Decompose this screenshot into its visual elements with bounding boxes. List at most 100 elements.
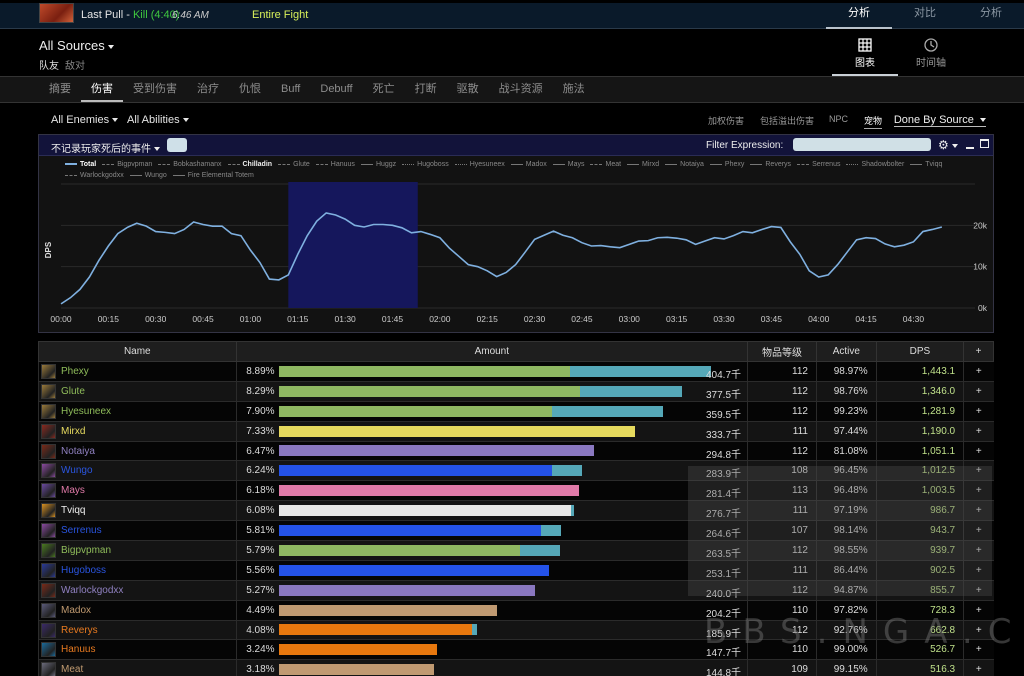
col-active[interactable]: Active bbox=[815, 341, 877, 362]
player-name-cell[interactable]: Phexy bbox=[38, 361, 237, 382]
player-name-cell[interactable]: Hugoboss bbox=[38, 560, 237, 581]
player-name[interactable]: Hanuus bbox=[61, 645, 95, 656]
expand-row-button[interactable]: + bbox=[963, 659, 994, 676]
player-name[interactable]: Reverys bbox=[61, 625, 98, 636]
expand-row-button[interactable]: + bbox=[963, 381, 994, 402]
tab-analyze-2[interactable]: 分析 bbox=[958, 3, 1024, 29]
table-row[interactable]: Glute 8.29% 377.5千 112 98.76% 1,346.0 + bbox=[38, 381, 994, 402]
player-name[interactable]: Tviqq bbox=[61, 505, 85, 516]
expand-row-button[interactable]: + bbox=[963, 460, 994, 482]
nav-tab[interactable]: 战斗资源 bbox=[489, 77, 553, 102]
table-row[interactable]: Wungo 6.24% 283.9千 108 96.45% 1,012.5 + bbox=[38, 460, 994, 482]
player-name[interactable]: Notaiya bbox=[61, 446, 95, 457]
player-name-cell[interactable]: Serrenus bbox=[38, 520, 237, 542]
expand-row-button[interactable]: + bbox=[963, 421, 994, 442]
option-include-overkill[interactable]: 包括溢出伤害 bbox=[760, 114, 814, 127]
nav-tab[interactable]: 摘要 bbox=[39, 77, 81, 102]
table-row[interactable]: Warlockgodxx 5.27% 240.0千 112 94.87% 855.7 + bbox=[38, 580, 994, 601]
dps-line-chart[interactable]: 00:00 00:15 00:30 00:45 01:00 01:15 01:30 01:45… bbox=[39, 135, 995, 334]
done-by-dropdown[interactable]: Done By Source bbox=[893, 114, 986, 127]
player-name-cell[interactable]: Glute bbox=[38, 381, 237, 402]
tab-compare[interactable]: 对比 bbox=[892, 3, 958, 29]
col-add[interactable]: + bbox=[963, 341, 994, 362]
expand-row-button[interactable]: + bbox=[963, 540, 994, 561]
nav-tab[interactable]: 治疗 bbox=[187, 77, 229, 102]
expand-row-button[interactable]: + bbox=[963, 620, 994, 641]
player-name-cell[interactable]: Meat bbox=[38, 659, 237, 676]
table-row[interactable]: Madox 4.49% 204.2千 110 97.82% 728.3 + bbox=[38, 600, 994, 621]
abilities-dropdown[interactable]: All Abilities bbox=[127, 114, 189, 126]
expand-row-button[interactable]: + bbox=[963, 480, 994, 502]
table-row[interactable]: Meat 3.18% 144.8千 109 99.15% 516.3 + bbox=[38, 659, 994, 676]
nav-tab[interactable]: Debuff bbox=[310, 77, 362, 102]
table-row[interactable]: Tviqq 6.08% 276.7千 111 97.19% 986.7 + bbox=[38, 500, 994, 522]
player-name-cell[interactable]: Notaiya bbox=[38, 441, 237, 462]
player-name-cell[interactable]: Warlockgodxx bbox=[38, 580, 237, 601]
player-name-cell[interactable]: Bigpvpman bbox=[38, 540, 237, 561]
col-amount[interactable]: Amount bbox=[235, 341, 749, 362]
nav-tab[interactable]: 施法 bbox=[553, 77, 595, 102]
col-item-level[interactable]: 物品等级 bbox=[747, 341, 817, 362]
fight-selector[interactable]: Last Pull - Kill (4:40) bbox=[81, 9, 179, 21]
nav-tab[interactable]: 死亡 bbox=[363, 77, 405, 102]
player-name-cell[interactable]: Mays bbox=[38, 480, 237, 502]
player-name[interactable]: Mays bbox=[61, 485, 85, 496]
col-name[interactable]: Name bbox=[38, 341, 237, 362]
nav-tab[interactable]: 伤害 bbox=[81, 77, 123, 102]
nav-tab[interactable]: 打断 bbox=[405, 77, 447, 102]
faction-hostile[interactable]: 敌对 bbox=[65, 61, 85, 72]
faction-friendly[interactable]: 队友 bbox=[39, 61, 59, 72]
option-pets[interactable]: 宠物 bbox=[864, 114, 883, 129]
expand-row-button[interactable]: + bbox=[963, 441, 994, 462]
boss-thumbnail[interactable] bbox=[39, 3, 74, 23]
expand-row-button[interactable]: + bbox=[963, 639, 994, 661]
player-name[interactable]: Glute bbox=[61, 386, 85, 397]
table-row[interactable]: Phexy 8.89% 404.7千 112 98.97% 1,443.1 + bbox=[38, 361, 994, 382]
option-npc[interactable]: NPC bbox=[829, 114, 848, 124]
player-name-cell[interactable]: Madox bbox=[38, 600, 237, 621]
view-tab-timeline[interactable]: 时间轴 bbox=[898, 33, 964, 76]
tab-analyze[interactable]: 分析 bbox=[826, 3, 892, 29]
expand-row-button[interactable]: + bbox=[963, 580, 994, 601]
player-name[interactable]: Meat bbox=[61, 664, 83, 675]
sources-dropdown[interactable]: All Sources bbox=[39, 38, 114, 53]
player-name[interactable]: Serrenus bbox=[61, 525, 102, 536]
phase-selector[interactable]: Entire Fight bbox=[252, 9, 308, 21]
col-dps[interactable]: DPS bbox=[875, 341, 965, 362]
expand-row-button[interactable]: + bbox=[963, 520, 994, 542]
nav-tab[interactable]: 驱散 bbox=[447, 77, 489, 102]
expand-row-button[interactable]: + bbox=[963, 560, 994, 581]
nav-tab[interactable]: 受到伤害 bbox=[123, 77, 187, 102]
table-row[interactable]: Serrenus 5.81% 264.6千 107 98.14% 943.7 + bbox=[38, 520, 994, 542]
view-tab-chart[interactable]: 图表 bbox=[832, 33, 898, 76]
option-weighted-damage[interactable]: 加权伤害 bbox=[708, 114, 744, 127]
player-name-cell[interactable]: Tviqq bbox=[38, 500, 237, 522]
player-name[interactable]: Hugoboss bbox=[61, 565, 106, 576]
player-name[interactable]: Hyesuneex bbox=[61, 406, 111, 417]
player-name[interactable]: Bigpvpman bbox=[61, 545, 111, 556]
expand-row-button[interactable]: + bbox=[963, 401, 994, 422]
player-name-cell[interactable]: Mirxd bbox=[38, 421, 237, 442]
table-row[interactable]: Hanuus 3.24% 147.7千 110 99.00% 526.7 + bbox=[38, 639, 994, 661]
table-row[interactable]: Reverys 4.08% 185.9千 112 92.76% 662.8 + bbox=[38, 620, 994, 641]
player-name[interactable]: Wungo bbox=[61, 466, 93, 477]
table-row[interactable]: Bigpvpman 5.79% 263.5千 112 98.55% 939.7 + bbox=[38, 540, 994, 561]
player-name-cell[interactable]: Wungo bbox=[38, 460, 237, 482]
table-row[interactable]: Mays 6.18% 281.4千 113 96.48% 1,003.5 + bbox=[38, 480, 994, 502]
expand-row-button[interactable]: + bbox=[963, 500, 994, 522]
table-row[interactable]: Hugoboss 5.56% 253.1千 111 86.44% 902.5 + bbox=[38, 560, 994, 581]
player-name-cell[interactable]: Reverys bbox=[38, 620, 237, 641]
table-row[interactable]: Notaiya 6.47% 294.8千 112 81.08% 1,051.1 + bbox=[38, 441, 994, 462]
player-name[interactable]: Madox bbox=[61, 605, 91, 616]
table-row[interactable]: Hyesuneex 7.90% 359.5千 112 99.23% 1,281.9 + bbox=[38, 401, 994, 422]
player-name[interactable]: Mirxd bbox=[61, 426, 85, 437]
player-name-cell[interactable]: Hanuus bbox=[38, 639, 237, 661]
expand-row-button[interactable]: + bbox=[963, 361, 994, 382]
player-name[interactable]: Phexy bbox=[61, 366, 89, 377]
nav-tab[interactable]: Buff bbox=[271, 77, 310, 102]
table-row[interactable]: Mirxd 7.33% 333.7千 111 97.44% 1,190.0 + bbox=[38, 421, 994, 442]
expand-row-button[interactable]: + bbox=[963, 600, 994, 621]
player-name[interactable]: Warlockgodxx bbox=[61, 585, 123, 596]
enemies-dropdown[interactable]: All Enemies bbox=[51, 114, 119, 126]
nav-tab[interactable]: 仇恨 bbox=[229, 77, 271, 102]
